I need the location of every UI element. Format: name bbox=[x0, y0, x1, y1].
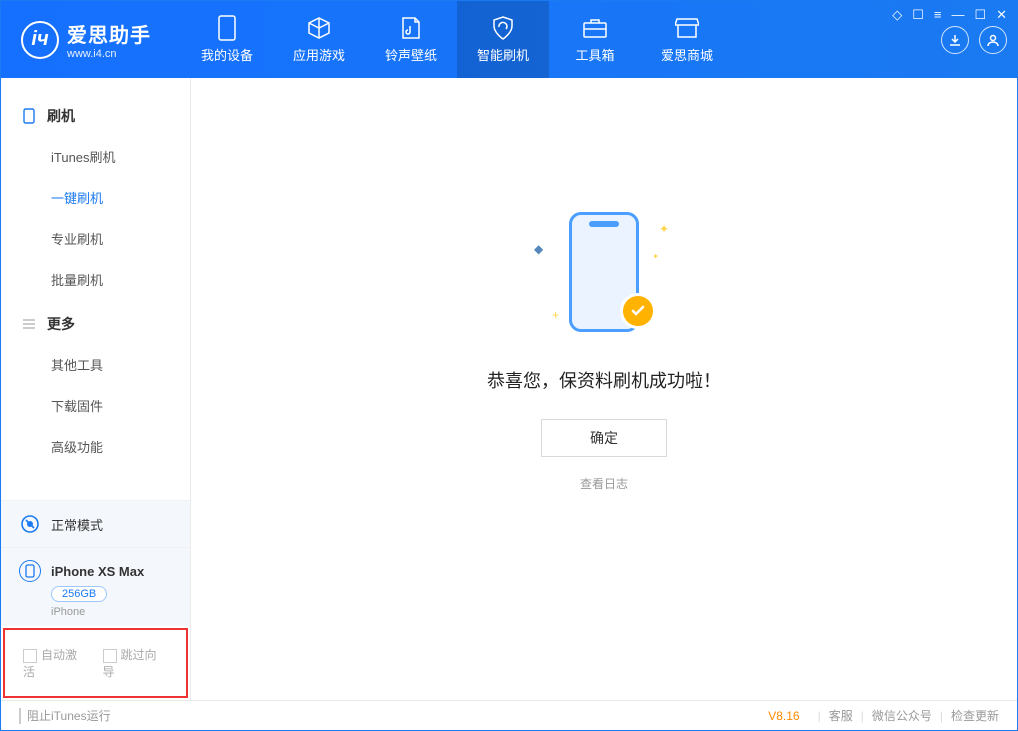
phone-icon bbox=[214, 15, 240, 41]
app-title: 爱思助手 bbox=[67, 19, 151, 48]
briefcase-icon bbox=[582, 15, 608, 41]
header-right bbox=[941, 26, 1007, 54]
feedback-icon[interactable]: ☐ bbox=[912, 7, 924, 23]
device-panel[interactable]: iPhone XS Max 256GB iPhone bbox=[1, 547, 190, 626]
cube-icon bbox=[306, 15, 332, 41]
sidebar-item-download-firmware[interactable]: 下载固件 bbox=[1, 385, 190, 426]
logo-icon: iч bbox=[21, 21, 59, 59]
success-illustration: ◆ ✦ + ✦ bbox=[524, 207, 684, 347]
footer-link-update[interactable]: 检查更新 bbox=[951, 707, 999, 724]
shield-refresh-icon bbox=[490, 15, 516, 41]
device-capacity: 256GB bbox=[51, 586, 107, 602]
nav-apps-games[interactable]: 应用游戏 bbox=[273, 1, 365, 78]
checkbox-skip-wizard[interactable]: 跳过向导 bbox=[103, 646, 169, 680]
sidebar: 刷机 iTunes刷机 一键刷机 专业刷机 批量刷机 更多 其他工具 下载固件 … bbox=[1, 78, 191, 700]
version-label: V8.16 bbox=[768, 709, 799, 723]
decorate-icon[interactable]: ◇ bbox=[892, 7, 902, 23]
sparkle-icon: ✦ bbox=[652, 252, 659, 261]
main-nav: 我的设备 应用游戏 铃声壁纸 智能刷机 工具箱 爱思商城 bbox=[181, 1, 733, 78]
sidebar-bottom: 正常模式 iPhone XS Max 256GB iPhone 自动激活 跳过向… bbox=[1, 500, 190, 700]
shop-icon bbox=[674, 15, 700, 41]
sidebar-item-pro-flash[interactable]: 专业刷机 bbox=[1, 218, 190, 259]
nav-smart-flash[interactable]: 智能刷机 bbox=[457, 1, 549, 78]
check-badge-icon bbox=[620, 293, 656, 329]
menu-icon[interactable]: ≡ bbox=[934, 7, 942, 23]
nav-my-device[interactable]: 我的设备 bbox=[181, 1, 273, 78]
view-log-link[interactable]: 查看日志 bbox=[580, 475, 628, 492]
sidebar-item-itunes-flash[interactable]: iTunes刷机 bbox=[1, 136, 190, 177]
checkbox-block-itunes[interactable]: 阻止iTunes运行 bbox=[19, 707, 111, 724]
sidebar-group-flash: 刷机 iTunes刷机 一键刷机 专业刷机 批量刷机 bbox=[1, 96, 190, 300]
mode-indicator[interactable]: 正常模式 bbox=[1, 500, 190, 547]
user-button[interactable] bbox=[979, 26, 1007, 54]
device-type: iPhone bbox=[51, 606, 85, 618]
nav-toolbox[interactable]: 工具箱 bbox=[549, 1, 641, 78]
sidebar-group-more: 更多 其他工具 下载固件 高级功能 bbox=[1, 304, 190, 467]
nav-store[interactable]: 爱思商城 bbox=[641, 1, 733, 78]
ok-button[interactable]: 确定 bbox=[541, 419, 667, 457]
maximize-icon[interactable]: ☐ bbox=[974, 7, 986, 23]
sidebar-item-batch-flash[interactable]: 批量刷机 bbox=[1, 259, 190, 300]
sparkle-icon: + bbox=[552, 308, 559, 322]
close-icon[interactable]: ✕ bbox=[996, 7, 1007, 23]
content-pane: ◆ ✦ + ✦ 恭喜您，保资料刷机成功啦！ 确定 查看日志 bbox=[191, 78, 1017, 700]
device-icon bbox=[19, 560, 41, 582]
phone-outline-icon bbox=[21, 108, 37, 124]
app-subtitle: www.i4.cn bbox=[67, 48, 151, 60]
sidebar-head-more: 更多 bbox=[1, 304, 190, 344]
success-message: 恭喜您，保资料刷机成功啦！ bbox=[487, 367, 721, 393]
download-button[interactable] bbox=[941, 26, 969, 54]
logo: iч 爱思助手 www.i4.cn bbox=[21, 19, 151, 60]
footer-link-wechat[interactable]: 微信公众号 bbox=[872, 707, 932, 724]
sidebar-item-onekey-flash[interactable]: 一键刷机 bbox=[1, 177, 190, 218]
title-bar: ◇ ☐ ≡ — ☐ ✕ iч 爱思助手 www.i4.cn 我的设备 应用游戏 … bbox=[1, 1, 1017, 78]
sparkle-icon: ✦ bbox=[659, 222, 669, 236]
sparkle-icon: ◆ bbox=[534, 242, 543, 256]
music-file-icon bbox=[398, 15, 424, 41]
status-bar: 阻止iTunes运行 V8.16 | 客服 | 微信公众号 | 检查更新 bbox=[1, 700, 1017, 730]
window-controls: ◇ ☐ ≡ — ☐ ✕ bbox=[892, 7, 1007, 23]
sidebar-item-advanced[interactable]: 高级功能 bbox=[1, 426, 190, 467]
list-icon bbox=[21, 316, 37, 332]
sidebar-head-flash: 刷机 bbox=[1, 96, 190, 136]
device-name: iPhone XS Max bbox=[51, 564, 144, 579]
footer-link-support[interactable]: 客服 bbox=[829, 707, 853, 724]
sidebar-item-other-tools[interactable]: 其他工具 bbox=[1, 344, 190, 385]
checkbox-auto-activate[interactable]: 自动激活 bbox=[23, 646, 89, 680]
nav-ringtones[interactable]: 铃声壁纸 bbox=[365, 1, 457, 78]
minimize-icon[interactable]: — bbox=[951, 7, 964, 23]
main-area: 刷机 iTunes刷机 一键刷机 专业刷机 批量刷机 更多 其他工具 下载固件 … bbox=[1, 78, 1017, 700]
mode-icon bbox=[19, 513, 41, 535]
highlighted-options: 自动激活 跳过向导 bbox=[3, 628, 188, 698]
